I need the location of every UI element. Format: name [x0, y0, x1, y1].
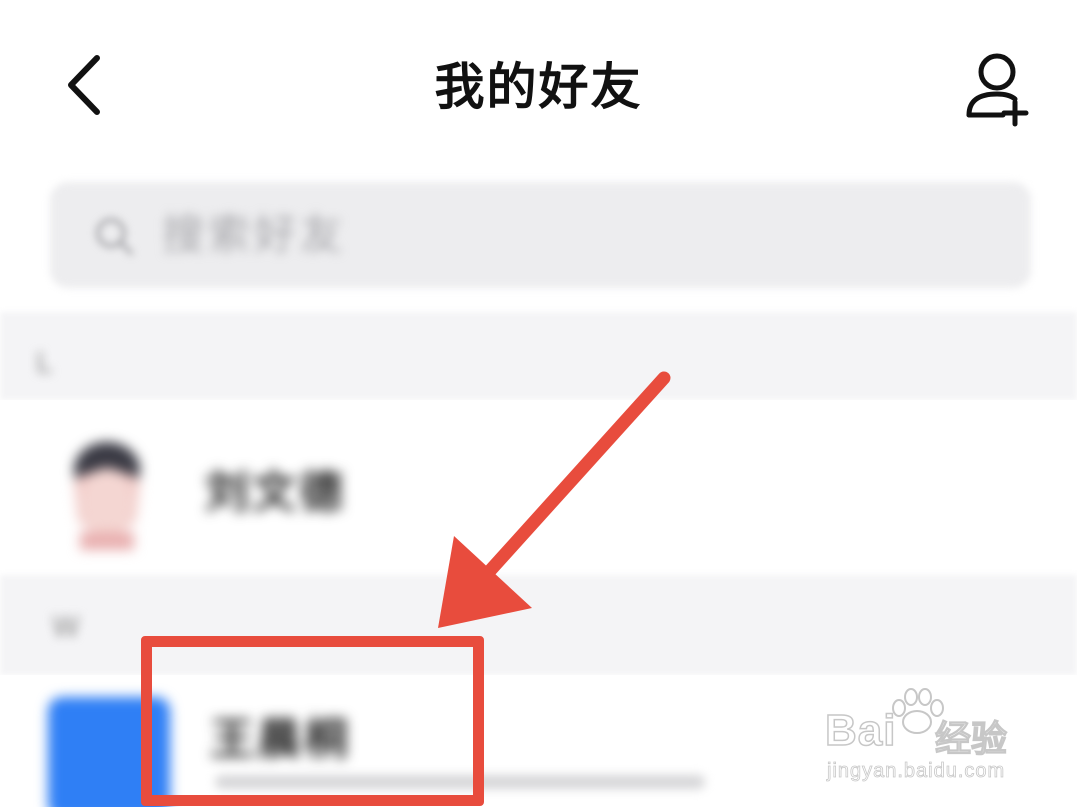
highlight-box — [141, 636, 484, 806]
add-user-icon — [966, 53, 1029, 127]
watermark-suffix: 经验 — [934, 718, 1008, 760]
section-letter: L — [36, 346, 52, 379]
top-nav-bar: 我的好友 — [0, 0, 1077, 175]
section-letter: W — [52, 610, 80, 643]
friends-screen: 我的好友 搜索好友 L 刘文德 W 王晨桐 Bai 经验 jingyan.bai… — [0, 0, 1077, 807]
watermark: Bai 经验 jingyan.baidu.com — [824, 688, 1025, 798]
add-friend-button[interactable] — [955, 50, 1040, 130]
watermark-brand: Bai — [824, 705, 897, 756]
friend-name: 刘文德 — [205, 467, 346, 518]
avatar — [70, 440, 144, 550]
page-title: 我的好友 — [434, 58, 643, 116]
search-icon — [92, 214, 136, 258]
arrow-down-left-icon — [438, 371, 671, 628]
watermark-url: jingyan.baidu.com — [827, 760, 1006, 783]
search-input[interactable]: 搜索好友 — [162, 205, 346, 265]
